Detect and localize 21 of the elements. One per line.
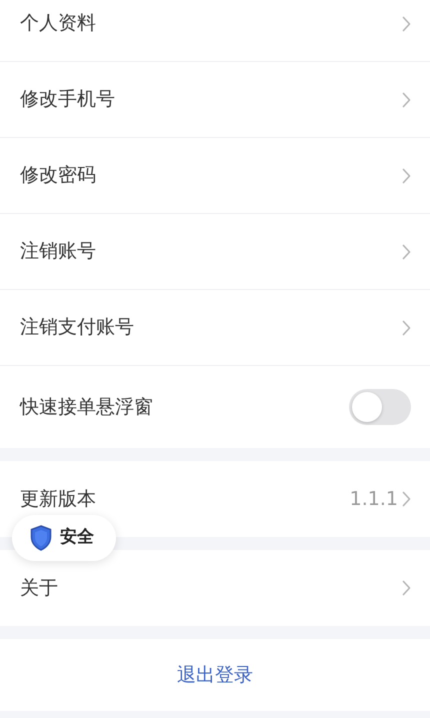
row-label: 修改密码: [20, 163, 96, 188]
toggle-switch[interactable]: [349, 389, 411, 425]
chevron-icon: [402, 491, 411, 507]
row-label: 关于: [20, 576, 58, 601]
chevron-icon: [402, 168, 411, 184]
chevron-icon: [402, 92, 411, 108]
logout-button[interactable]: 退出登录: [0, 639, 430, 711]
row-label: 注销支付账号: [20, 315, 134, 340]
version-value: 1.1.1: [350, 486, 398, 512]
security-badge[interactable]: 安全: [12, 515, 116, 561]
row-label: 更新版本: [20, 486, 96, 512]
chevron-icon: [402, 16, 411, 32]
chevron-icon: [402, 580, 411, 596]
shield-icon: [30, 525, 52, 551]
row-label: 个人资料: [20, 11, 96, 36]
row-label: 快速接单悬浮窗: [20, 394, 153, 420]
chevron-icon: [402, 244, 411, 260]
badge-label: 安全: [60, 526, 94, 550]
row-label: 修改手机号: [20, 87, 115, 112]
chevron-icon: [402, 320, 411, 336]
row-label: 注销账号: [20, 239, 96, 264]
